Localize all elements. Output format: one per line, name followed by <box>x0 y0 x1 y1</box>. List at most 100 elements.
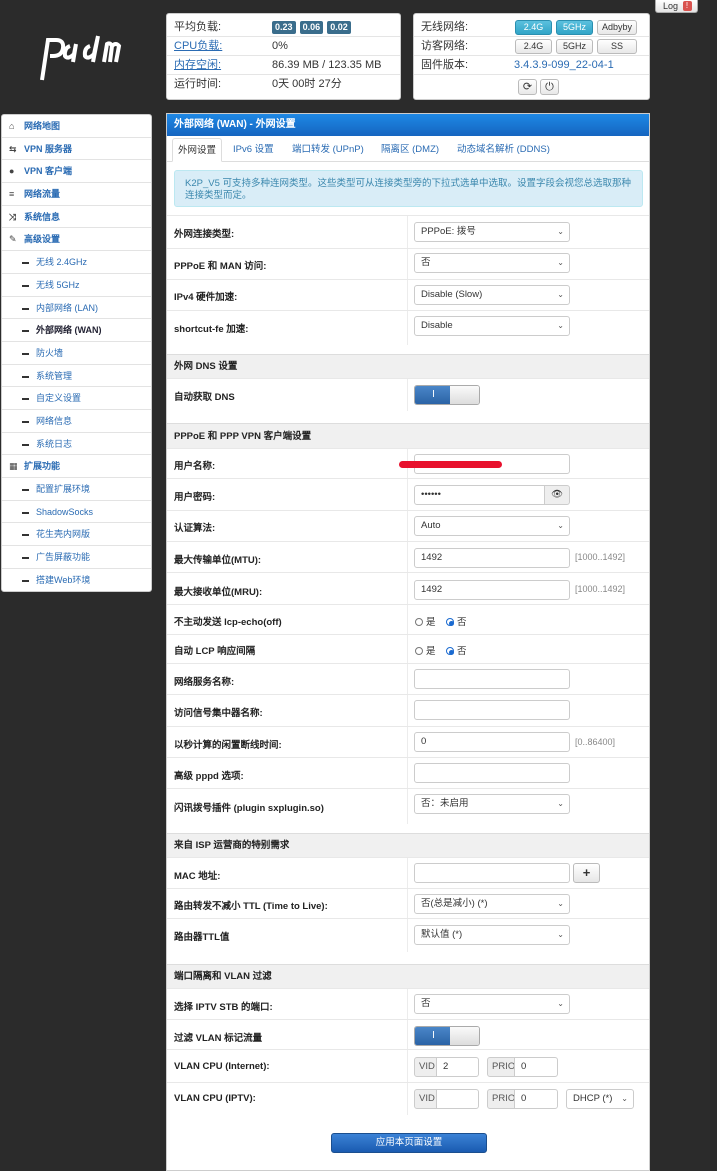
router-ttl-label: 路由器TTL值 <box>174 932 230 943</box>
mru-input[interactable]: 1492 <box>414 580 570 600</box>
sfe-select[interactable]: Disable ⌄ <box>414 316 570 336</box>
mru-row: 最大接收单位(MRU): 1492 [1000..1492] <box>167 572 649 604</box>
ipv4-accel-select[interactable]: Disable (Slow) ⌄ <box>414 285 570 305</box>
auth-label: 认证算法: <box>174 523 216 534</box>
sidebar-item-extensions[interactable]: ▦ 扩展功能 <box>2 455 151 478</box>
sidebar-item-phddns[interactable]: 花生壳内网版 <box>2 523 151 547</box>
sidebar-item-label: VPN 服务器 <box>24 143 73 154</box>
sidebar-item-shadowsocks[interactable]: ShadowSocks <box>2 501 151 524</box>
vlan-filter-label: 过滤 VLAN 标记流量 <box>174 1033 263 1044</box>
stb-port-select[interactable]: 否 ⌄ <box>414 994 570 1014</box>
vid-iptv-input[interactable] <box>436 1089 479 1109</box>
password-input[interactable]: •••••• <box>414 485 545 505</box>
tab-wan[interactable]: 外网设置 <box>172 138 223 162</box>
sidebar-sub-label: 无线 5GHz <box>36 279 80 290</box>
man-select[interactable]: 否 ⌄ <box>414 253 570 273</box>
sidebar-item-wifi5[interactable]: 无线 5GHz <box>2 274 151 297</box>
memory-link[interactable]: 内存空闲: <box>174 56 221 75</box>
mtu-input[interactable]: 1492 <box>414 548 570 568</box>
lcp-int-yes-radio[interactable]: 是 <box>415 643 436 657</box>
cpu-load-link[interactable]: CPU负载: <box>174 37 222 56</box>
sidebar-item-lan[interactable]: 内部网络 (LAN) <box>2 297 151 320</box>
refresh-icon[interactable]: ⟳ <box>518 79 537 95</box>
prio-iptv-input[interactable]: 0 <box>514 1089 558 1109</box>
sidebar-item-advanced[interactable]: ✎ 高级设置 <box>2 228 151 252</box>
radio-circle <box>415 618 423 626</box>
vlan-filter-toggle[interactable]: I <box>414 1026 480 1046</box>
chevron-down-icon: ⌄ <box>557 227 564 236</box>
mac-address-input[interactable] <box>414 863 570 883</box>
guest-5g-button[interactable]: 5GHz <box>556 39 593 54</box>
tab-ddns[interactable]: 动态域名解析 (DDNS) <box>457 138 550 162</box>
lcp-echo-row: 不主动发送 lcp-echo(off) 是 否 <box>167 604 649 634</box>
pppd-options-input[interactable] <box>414 763 570 783</box>
router-ttl-value: 默认值 (*) <box>421 929 463 940</box>
log-button[interactable]: Log ! <box>655 0 698 13</box>
lcp-int-no-radio[interactable]: 否 <box>446 643 467 657</box>
sidebar-item-syslog[interactable]: 系统日志 <box>2 433 151 456</box>
radio-yes-label: 是 <box>426 617 436 628</box>
ac-name-input[interactable] <box>414 700 570 720</box>
password-label: 用户密码: <box>174 492 216 503</box>
sidebar-sub-label: 花生壳内网版 <box>36 529 91 540</box>
sidebar-item-system-info[interactable]: ⤨ 系统信息 <box>2 206 151 229</box>
sidebar-item-vpn-client[interactable]: ● VPN 客户端 <box>2 160 151 184</box>
sidebar-sub-label: 内部网络 (LAN) <box>36 302 99 313</box>
add-mac-button[interactable]: + <box>573 863 600 883</box>
sidebar-item-firewall[interactable]: 防火墙 <box>2 342 151 365</box>
sidebar-item-vpn-server[interactable]: ⇆ VPN 服务器 <box>2 138 151 161</box>
idle-row: 以秒计算的闲置断线时间: 0 [0..86400] <box>167 726 649 757</box>
sidebar-item-label: 网络地图 <box>24 121 61 131</box>
guest-label: 访客网络: <box>421 40 469 52</box>
dash-icon <box>22 420 29 423</box>
radio-circle <box>415 647 423 655</box>
mac-label: MAC 地址: <box>174 871 221 882</box>
sidebar-item-web-env[interactable]: 搭建Web环境 <box>2 569 151 592</box>
wan-settings-panel: 外部网络 (WAN) - 外网设置 外网设置 IPv6 设置 端口转发 (UPn… <box>166 113 650 1171</box>
ttl-select[interactable]: 否(总是减小) (*) ⌄ <box>414 894 570 914</box>
adbyby-button[interactable]: Adbyby <box>597 20 637 35</box>
sidebar-item-admin[interactable]: 系统管理 <box>2 365 151 388</box>
conn-type-label: 外网连接类型: <box>174 229 235 240</box>
sidebar-item-wan[interactable]: 外部网络 (WAN) <box>2 319 151 342</box>
vid-internet-input[interactable]: 2 <box>436 1057 479 1077</box>
sidebar-item-network-map[interactable]: ⌂ 网络地图 <box>2 115 151 138</box>
conn-type-row: 外网连接类型: PPPoE: 拨号 ⌄ <box>167 215 649 248</box>
guest-24g-button[interactable]: 2.4G <box>515 39 552 54</box>
power-icon[interactable]: ⏻ <box>540 79 559 95</box>
sidebar-item-traffic[interactable]: ≡ 网络流量 <box>2 183 151 206</box>
tab-ipv6[interactable]: IPv6 设置 <box>233 138 274 162</box>
idle-input[interactable]: 0 <box>414 732 570 752</box>
sidebar-item-netinfo[interactable]: 网络信息 <box>2 410 151 433</box>
load-badge-1: 0.23 <box>272 21 296 34</box>
plugin-select[interactable]: 否：未启用 ⌄ <box>414 794 570 814</box>
router-ttl-select[interactable]: 默认值 (*) ⌄ <box>414 925 570 945</box>
apply-button[interactable]: 应用本页面设置 <box>331 1133 487 1153</box>
lcp-echo-yes-radio[interactable]: 是 <box>415 614 436 628</box>
sidebar-item-wifi24[interactable]: 无线 2.4GHz <box>2 251 151 274</box>
prio-internet-input[interactable]: 0 <box>514 1057 558 1077</box>
router-ttl-row: 路由器TTL值 默认值 (*) ⌄ <box>167 918 649 952</box>
ss-button[interactable]: SS <box>597 39 637 54</box>
wifi-5g-button[interactable]: 5GHz <box>556 20 593 35</box>
dash-icon <box>22 534 29 537</box>
chevron-down-icon: ⌄ <box>557 521 564 530</box>
ac-label: 访问信号集中器名称: <box>174 708 263 719</box>
conn-type-select[interactable]: PPPoE: 拨号 ⌄ <box>414 222 570 242</box>
dns-auto-toggle[interactable]: I <box>414 385 480 405</box>
tab-dmz[interactable]: 隔离区 (DMZ) <box>381 138 439 162</box>
lcp-echo-no-radio[interactable]: 否 <box>446 614 467 628</box>
sidebar-item-adblock[interactable]: 广告屏蔽功能 <box>2 546 151 569</box>
wifi-24g-button[interactable]: 2.4G <box>515 20 552 35</box>
tab-upnp[interactable]: 端口转发 (UPnP) <box>292 138 364 162</box>
chevron-down-icon: ⌄ <box>557 899 564 908</box>
dhcp-select[interactable]: DHCP (*) ⌄ <box>566 1089 634 1109</box>
eye-icon[interactable]: 👁 <box>544 485 570 505</box>
plugin-label: 闪讯拨号插件 (plugin sxplugin.so) <box>174 803 324 814</box>
sidebar-item-ext-env[interactable]: 配置扩展环境 <box>2 478 151 501</box>
dash-icon <box>22 398 29 401</box>
sidebar-item-custom[interactable]: 自定义设置 <box>2 387 151 410</box>
chevron-down-icon: ⌄ <box>557 999 564 1008</box>
service-name-input[interactable] <box>414 669 570 689</box>
auth-select[interactable]: Auto ⌄ <box>414 516 570 536</box>
